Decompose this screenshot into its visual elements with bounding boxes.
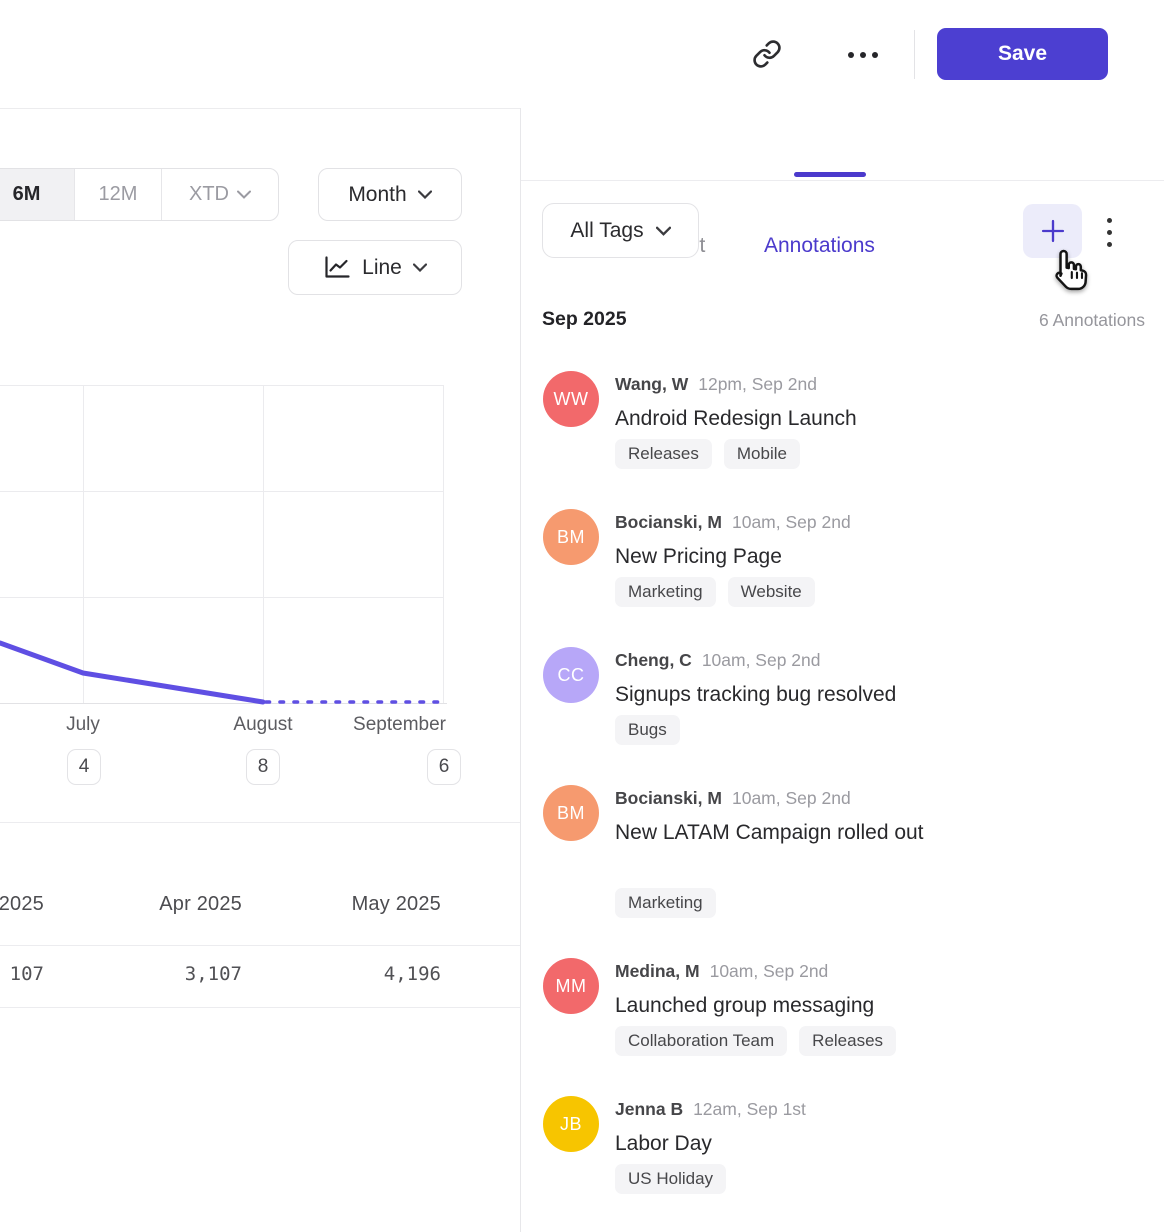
x-tick-september: September — [296, 714, 446, 736]
annotation-count-badge-august[interactable]: 8 — [246, 749, 280, 785]
tag-chip[interactable]: Releases — [799, 1026, 896, 1056]
annotation-timestamp: 12am, Sep 1st — [693, 1099, 806, 1119]
date-range-segmented-control: 6M 12M XTD — [0, 168, 279, 221]
annotation-count-badge-september[interactable]: 6 — [427, 749, 461, 785]
save-button[interactable]: Save — [937, 28, 1108, 80]
annotation-author: Wang, W — [615, 374, 688, 394]
annotation-count-badge-july[interactable]: 4 — [67, 749, 101, 785]
chevron-down-icon — [237, 190, 251, 199]
section-annotation-count: 6 Annotations — [1039, 310, 1145, 331]
annotation-timestamp: 10am, Sep 2nd — [732, 512, 851, 532]
annotation-timestamp: 10am, Sep 2nd — [732, 788, 851, 808]
annotation-item[interactable]: CC Cheng, C 10am, Sep 2nd Signups trackin… — [521, 647, 1164, 762]
trend-line-svg — [0, 385, 447, 707]
avatar: BM — [543, 785, 599, 841]
header-divider — [914, 30, 915, 79]
active-tab-underline — [794, 172, 866, 177]
annotations-panel: Query Chart Annotations All Tags Sep 202… — [520, 108, 1164, 1232]
table-border-bottom — [0, 1007, 520, 1008]
annotation-title: New Pricing Page — [615, 539, 782, 574]
tab-annotations[interactable]: Annotations — [764, 234, 875, 258]
annotations-menu-button[interactable] — [1107, 218, 1112, 247]
tag-chip[interactable]: US Holiday — [615, 1164, 726, 1194]
table-value-cell: 4,196 — [241, 963, 441, 985]
annotation-author: Bocianski, M — [615, 788, 722, 808]
annotation-title: Android Redesign Launch — [615, 401, 857, 436]
table-border-top — [0, 822, 520, 823]
table-header-cell: 2025 — [0, 893, 44, 916]
annotation-item[interactable]: BM Bocianski, M 10am, Sep 2nd New LATAM C… — [521, 785, 1164, 935]
avatar: MM — [543, 958, 599, 1014]
table-header-cell: Apr 2025 — [42, 893, 242, 916]
tag-chip[interactable]: Mobile — [724, 439, 800, 469]
chart-type-dropdown[interactable]: Line — [288, 240, 462, 295]
link-icon — [752, 39, 782, 72]
annotation-author: Medina, M — [615, 961, 700, 981]
table-divider — [0, 945, 520, 946]
avatar: CC — [543, 647, 599, 703]
annotation-item[interactable]: BM Bocianski, M 10am, Sep 2nd New Pricing… — [521, 509, 1164, 624]
chevron-down-icon — [418, 190, 432, 199]
range-option-12m[interactable]: 12M — [74, 169, 161, 220]
annotation-title: Signups tracking bug resolved — [615, 677, 896, 712]
add-annotation-button[interactable] — [1023, 204, 1082, 258]
copy-link-button[interactable] — [748, 38, 786, 72]
annotation-title: Launched group messaging — [615, 988, 874, 1023]
avatar: BM — [543, 509, 599, 565]
tag-chip[interactable]: Website — [728, 577, 815, 607]
all-tags-dropdown[interactable]: All Tags — [542, 203, 699, 258]
annotation-author: Jenna B — [615, 1099, 683, 1119]
x-tick-july: July — [33, 714, 133, 736]
annotation-author: Cheng, C — [615, 650, 692, 670]
tabbar-rule — [521, 180, 1164, 181]
table-value-cell: 107 — [0, 963, 44, 985]
annotation-item[interactable]: MM Medina, M 10am, Sep 2nd Launched group… — [521, 958, 1164, 1073]
chevron-down-icon — [413, 263, 427, 272]
plus-icon — [1039, 217, 1067, 245]
range-option-xtd[interactable]: XTD — [161, 169, 278, 220]
table-value-cell: 3,107 — [42, 963, 242, 985]
table-header-cell: May 2025 — [241, 893, 441, 916]
annotation-title: Labor Day — [615, 1126, 712, 1161]
annotation-author: Bocianski, M — [615, 512, 722, 532]
tag-chip[interactable]: Marketing — [615, 577, 716, 607]
tag-chip[interactable]: Bugs — [615, 715, 680, 745]
annotation-timestamp: 10am, Sep 2nd — [702, 650, 821, 670]
annotation-timestamp: 10am, Sep 2nd — [710, 961, 829, 981]
annotation-timestamp: 12pm, Sep 2nd — [698, 374, 817, 394]
avatar: JB — [543, 1096, 599, 1152]
annotation-title: New LATAM Campaign rolled out — [615, 815, 924, 850]
tag-chip[interactable]: Marketing — [615, 888, 716, 918]
avatar: WW — [543, 371, 599, 427]
more-options-button[interactable] — [843, 44, 883, 66]
annotation-item[interactable]: WW Wang, W 12pm, Sep 2nd Android Redesign… — [521, 371, 1164, 486]
annotation-item[interactable]: JB Jenna B 12am, Sep 1st Labor Day US Hol… — [521, 1096, 1164, 1211]
ellipsis-icon — [848, 52, 878, 58]
tag-chip[interactable]: Releases — [615, 439, 712, 469]
line-chart-icon — [323, 255, 351, 280]
range-option-6m[interactable]: 6M — [0, 169, 74, 220]
granularity-dropdown[interactable]: Month — [318, 168, 462, 221]
trend-chart — [0, 385, 447, 703]
analytics-app: Save 6M 12M XTD Month Line J — [0, 0, 1164, 1232]
section-month-heading: Sep 2025 — [542, 308, 627, 331]
tag-chip[interactable]: Collaboration Team — [615, 1026, 787, 1056]
chevron-down-icon — [656, 226, 671, 236]
